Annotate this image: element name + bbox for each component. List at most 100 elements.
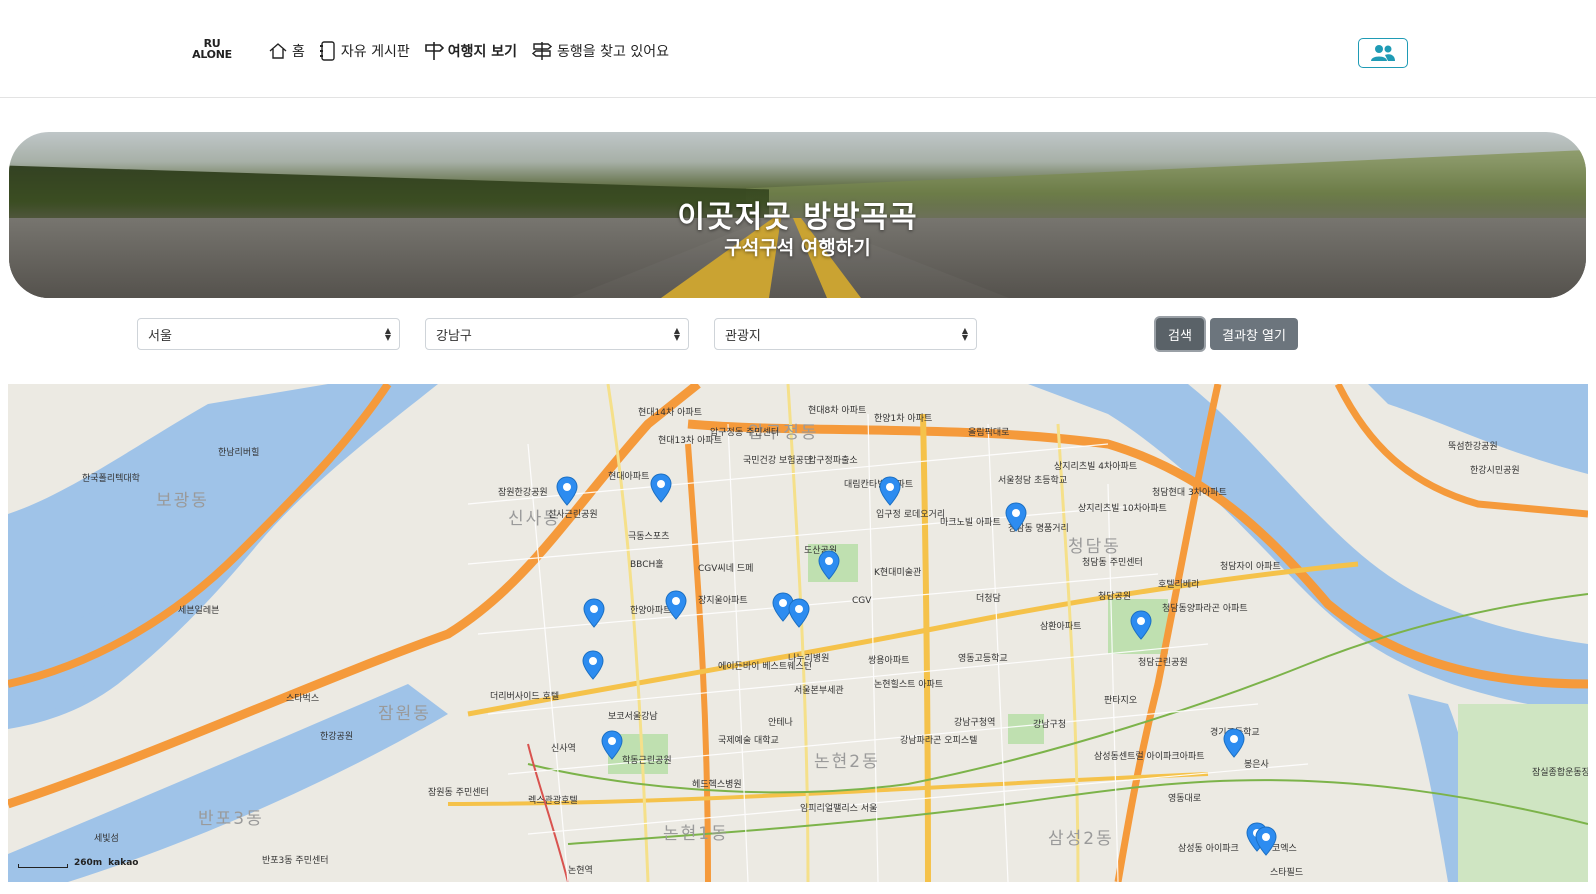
- site-logo[interactable]: RU ALONE: [190, 38, 234, 60]
- hero-banner: 이곳저곳 방방곡곡 구석구석 여행하기: [9, 132, 1586, 298]
- place-label: 한남리버힐: [218, 448, 260, 458]
- board-icon: [319, 41, 335, 61]
- category-select[interactable]: 관광지 ▲ ▼: [714, 318, 977, 350]
- open-results-button[interactable]: 결과창 열기: [1210, 318, 1298, 350]
- place-label: 영동고등학교: [958, 654, 1008, 664]
- place-label: 삼성동 아이파크: [1178, 844, 1239, 854]
- place-label: 호텔리베라: [1158, 580, 1200, 590]
- place-label: 청담근린공원: [1138, 658, 1188, 668]
- place-label: 안테나: [768, 718, 793, 728]
- place-label: 학동근린공원: [622, 756, 672, 766]
- category-select-value: 관광지: [725, 329, 761, 344]
- area-label: 삼성2동: [1048, 829, 1114, 849]
- map-marker[interactable]: [556, 476, 578, 506]
- place-label: 뚝섬한강공원: [1448, 442, 1498, 452]
- nav-companion-label: 동행을 찾고 있어요: [557, 44, 669, 60]
- place-label: 국민건강 보험공단: [743, 456, 813, 466]
- district-select[interactable]: 강남구 ▲ ▼: [425, 318, 689, 350]
- map-marker[interactable]: [1130, 610, 1152, 640]
- kakao-map[interactable]: 보광동 압구정동 신사동 잠원동 반포3동 논현1동 논현2동 삼성2동 청담동…: [8, 384, 1588, 882]
- place-label: 압구정동 주민센터: [710, 428, 780, 438]
- map-marker[interactable]: [879, 476, 901, 506]
- place-label: 현대8차 아파트: [808, 406, 867, 416]
- place-label: 에이든바이 베스트웨스턴: [718, 662, 812, 672]
- map-marker[interactable]: [818, 550, 840, 580]
- area-label: 청담동: [1068, 537, 1121, 557]
- place-label: 마크노빌 아파트: [940, 518, 1001, 528]
- place-label: 극동스포츠: [628, 532, 670, 542]
- people-icon: [1371, 45, 1395, 61]
- place-label: 더리버사이드 호텔: [490, 692, 560, 702]
- place-label: 영동대로: [1168, 794, 1202, 804]
- place-label: 장지울아파트: [698, 596, 748, 606]
- nav-free-board-label: 자유 게시판: [340, 44, 410, 60]
- place-label: 입구정 로데오거리: [876, 510, 946, 520]
- place-label: 한국폴리텍대학: [82, 474, 140, 484]
- place-label: 더청담: [976, 594, 1001, 604]
- map-marker[interactable]: [650, 473, 672, 503]
- map-marker[interactable]: [1223, 728, 1245, 758]
- select-arrows-icon: ▲ ▼: [961, 326, 968, 342]
- place-label: 신사역: [551, 744, 576, 754]
- place-label: 신사근린공원: [548, 510, 598, 520]
- area-label: 논현2동: [814, 752, 880, 772]
- scale-bar: [18, 864, 68, 868]
- place-label: 청담공원: [1098, 592, 1132, 602]
- map-marker[interactable]: [788, 598, 810, 628]
- region-select[interactable]: 서울 ▲ ▼: [137, 318, 400, 350]
- place-label: 봉은사: [1244, 760, 1269, 770]
- search-button[interactable]: 검색: [1156, 318, 1204, 350]
- nav-destinations[interactable]: 여행지 보기: [424, 40, 517, 62]
- district-select-value: 강남구: [436, 329, 472, 344]
- place-label: 한강공원: [320, 732, 354, 742]
- place-label: CGV: [852, 596, 872, 606]
- place-label: 세빛섬: [94, 834, 119, 844]
- place-label: 쌍용아파트: [868, 656, 910, 666]
- place-label: 세븐일레븐: [178, 606, 220, 616]
- place-label: 상지리츠빌 10차아파트: [1078, 504, 1167, 514]
- place-label: 논현역: [568, 866, 593, 876]
- top-navbar: RU ALONE 홈 자유 게시판 여행지 보기 동행을 찾고 있어요: [0, 0, 1596, 98]
- banner-title: 이곳저곳 방방곡곡: [677, 200, 918, 235]
- map-marker[interactable]: [583, 598, 605, 628]
- place-label: CGV씨네 드페: [698, 564, 754, 574]
- place-label: 한양1차 아파트: [874, 414, 933, 424]
- scale-label: 260m: [74, 858, 103, 868]
- place-label: 현대아파트: [608, 472, 650, 482]
- map-scale: 260m kakao: [18, 858, 138, 868]
- map-marker[interactable]: [665, 590, 687, 620]
- nav-destinations-label: 여행지 보기: [447, 44, 518, 60]
- place-label: 판타지오: [1104, 696, 1138, 706]
- place-label: 강남파라곤 오피스텔: [900, 736, 978, 746]
- place-label: 잠원한강공원: [498, 488, 548, 498]
- place-label: 한강시민공원: [1470, 466, 1520, 476]
- user-menu-button[interactable]: [1358, 38, 1408, 68]
- map-marker[interactable]: [1005, 502, 1027, 532]
- place-label: 삼성동센트럴 아이파크아파트: [1094, 752, 1205, 762]
- place-label: 논현힐스트 아파트: [874, 680, 944, 690]
- nav-home[interactable]: 홈: [268, 41, 305, 61]
- main-nav: 홈 자유 게시판 여행지 보기 동행을 찾고 있어요: [268, 40, 669, 62]
- nav-home-label: 홈: [292, 44, 305, 60]
- nav-companion[interactable]: 동행을 찾고 있어요: [531, 40, 669, 62]
- place-label: 현대14차 아파트: [638, 408, 702, 418]
- banner-subtitle: 구석구석 여행하기: [724, 237, 871, 259]
- place-label: 올림픽대로: [968, 428, 1010, 438]
- place-label: 서울청담 초등학교: [998, 476, 1068, 486]
- map-marker[interactable]: [1255, 826, 1277, 856]
- place-label: 헤드헥스병원: [692, 780, 742, 790]
- place-label: 임피리얼팰리스 서울: [800, 804, 878, 814]
- select-arrows-icon: ▲ ▼: [673, 326, 680, 342]
- map-marker[interactable]: [582, 650, 604, 680]
- place-label: 잠원동 주민센터: [428, 788, 489, 798]
- place-label: 삼환아파트: [1040, 622, 1082, 632]
- place-label: 보코서울강남: [608, 712, 658, 722]
- place-label: BBCH홀: [630, 560, 664, 570]
- place-label: 압구정파출소: [808, 456, 858, 466]
- nav-free-board[interactable]: 자유 게시판: [319, 40, 410, 62]
- map-marker[interactable]: [601, 730, 623, 760]
- logo-line2: ALONE: [192, 48, 232, 61]
- place-label: 상지리츠빌 4차아파트: [1054, 462, 1138, 472]
- select-arrows-icon: ▲ ▼: [384, 326, 391, 342]
- place-label: 강남구청역: [954, 718, 996, 728]
